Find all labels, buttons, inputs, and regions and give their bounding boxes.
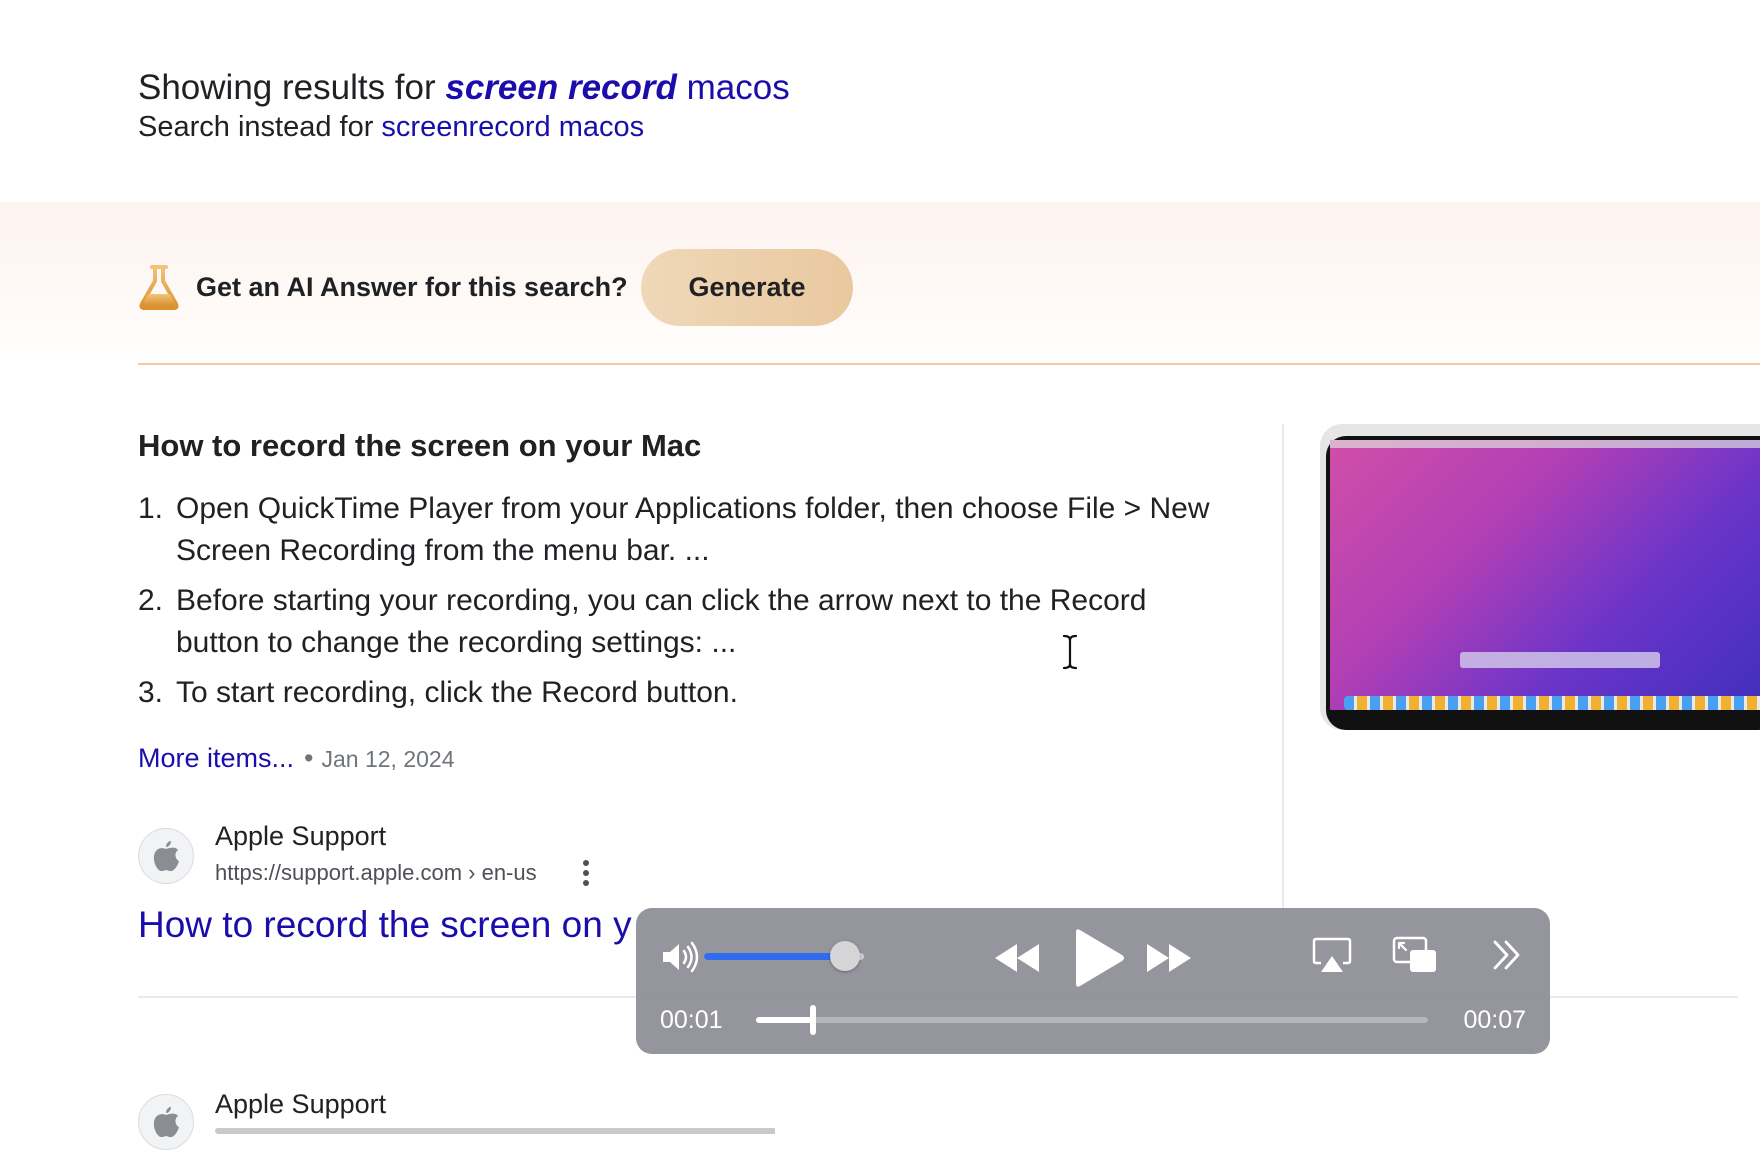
search-instead-for: Search instead for screenrecord macos bbox=[138, 108, 644, 146]
step-number: 2. bbox=[138, 584, 164, 617]
apple-favicon[interactable] bbox=[138, 828, 194, 884]
step-number: 3. bbox=[138, 676, 164, 709]
picture-in-picture-icon[interactable] bbox=[1392, 936, 1438, 974]
result-url-cropped bbox=[215, 1124, 775, 1136]
media-controls-overlay: 00:01 00:07 bbox=[636, 908, 1550, 1054]
result-title-link[interactable]: How to record the screen on y bbox=[138, 902, 658, 948]
thumbnail-toolbar bbox=[1460, 652, 1660, 668]
snippet-step: 2. Before starting your recording, you ca… bbox=[138, 580, 1218, 664]
result-source-name: Apple Support bbox=[215, 1089, 387, 1119]
snippet-vertical-divider bbox=[1282, 424, 1284, 910]
volume-level bbox=[704, 953, 845, 960]
snippet-thumbnail[interactable] bbox=[1320, 424, 1760, 730]
more-items-link[interactable]: More items... bbox=[138, 743, 294, 773]
playhead-handle[interactable] bbox=[810, 1005, 817, 1035]
playback-scrubber[interactable] bbox=[756, 1005, 1428, 1035]
original-query-link[interactable]: screenrecord macos bbox=[381, 111, 644, 143]
snippet-title: How to record the screen on your Mac bbox=[138, 428, 702, 463]
snippet-step: 3. To start recording, click the Record b… bbox=[138, 672, 1218, 714]
playback-progress bbox=[756, 1017, 814, 1023]
thumbnail-menubar bbox=[1330, 440, 1760, 448]
result-source-name: Apple Support bbox=[215, 821, 387, 851]
ai-answer-prompt: Get an AI Answer for this search? bbox=[196, 272, 628, 302]
speaker-icon[interactable] bbox=[660, 940, 700, 974]
snippet-step: 1. Open QuickTime Player from your Applic… bbox=[138, 488, 1218, 572]
current-time: 00:01 bbox=[660, 1006, 723, 1034]
fast-forward-icon[interactable] bbox=[1144, 940, 1194, 976]
play-icon[interactable] bbox=[1068, 928, 1126, 988]
generate-button[interactable]: Generate bbox=[641, 249, 853, 326]
kebab-menu-icon[interactable] bbox=[578, 858, 594, 888]
volume-knob[interactable] bbox=[829, 941, 860, 971]
step-text: To start recording, click the Record but… bbox=[176, 676, 738, 709]
snippet-footer: More items... • Jan 12, 2024 bbox=[138, 740, 455, 777]
instead-prefix: Search instead for bbox=[138, 111, 374, 143]
apple-logo-icon bbox=[153, 841, 179, 872]
step-text: Before starting your recording, you can … bbox=[176, 584, 1147, 659]
corrected-query-link[interactable]: screen record macos bbox=[445, 68, 789, 107]
snippet-steps: 1. Open QuickTime Player from your Applic… bbox=[138, 488, 1218, 722]
corrected-query-bold: screen record bbox=[445, 68, 677, 107]
result-url: https://support.apple.com › en-us bbox=[215, 860, 537, 885]
flask-icon bbox=[138, 264, 180, 310]
corrected-query-rest: macos bbox=[686, 68, 790, 107]
ai-banner-divider bbox=[138, 363, 1760, 365]
thumbnail-dock bbox=[1344, 696, 1760, 710]
thumbnail-wallpaper bbox=[1330, 440, 1760, 710]
text-cursor-icon bbox=[1060, 634, 1080, 670]
apple-logo-icon bbox=[153, 1107, 179, 1138]
chevron-double-right-icon[interactable] bbox=[1490, 938, 1524, 972]
step-number: 1. bbox=[138, 492, 164, 525]
showing-results-for: Showing results for screen record macos bbox=[138, 66, 790, 110]
step-text: Open QuickTime Player from your Applicat… bbox=[176, 492, 1210, 567]
rewind-icon[interactable] bbox=[992, 940, 1042, 976]
apple-favicon[interactable] bbox=[138, 1094, 194, 1150]
snippet-date: Jan 12, 2024 bbox=[321, 746, 455, 772]
total-time: 00:07 bbox=[1463, 1006, 1526, 1034]
separator-dot: • bbox=[304, 743, 314, 773]
airplay-icon[interactable] bbox=[1312, 936, 1352, 974]
volume-slider[interactable] bbox=[704, 941, 864, 971]
showing-prefix: Showing results for bbox=[138, 68, 436, 107]
